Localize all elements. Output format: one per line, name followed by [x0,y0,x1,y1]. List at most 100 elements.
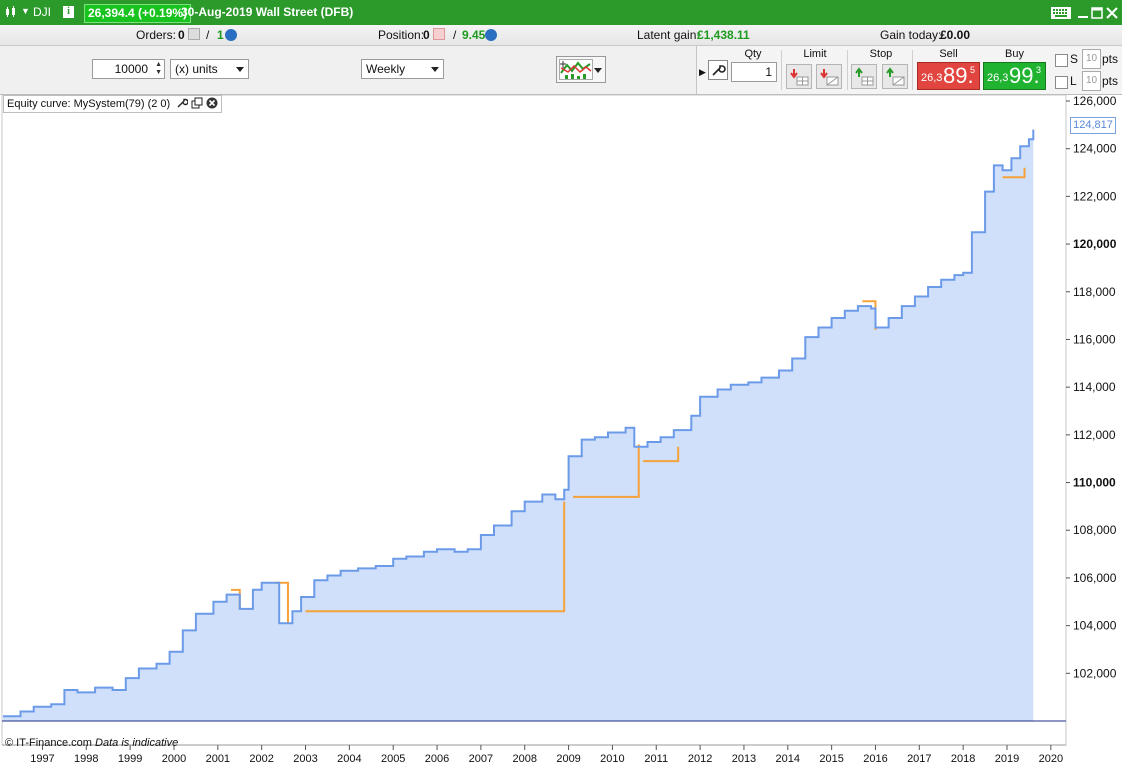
equity-chart[interactable]: 102,000 104,000 106,000 108,000 110,000 112,0… [0,95,1122,772]
y-tick-label: 114,000 [1073,380,1116,394]
quantity-value: 10000 [114,62,148,76]
limit-sell-button[interactable] [786,64,812,89]
limit-checkbox[interactable] [1055,76,1068,89]
x-tick-label: 2020 [1039,753,1063,765]
stop-label: Stop [869,48,893,60]
gear-icon[interactable] [225,25,237,45]
sell-price-prefix: 26,3 [921,72,943,84]
chevron-down-icon[interactable] [594,68,602,73]
sell-price-main: 89. [943,63,974,88]
caret-down-icon[interactable]: ▼ [21,6,30,16]
x-tick-label: 2007 [469,753,493,765]
stop-points-input[interactable]: 10 [1082,49,1101,69]
y-tick-label: 126,000 [1073,95,1117,108]
price-change-badge: 26,394.4 (+0.19%) [84,4,192,23]
limit-buy-button[interactable] [816,64,842,89]
limit-pts-label: pts [1102,74,1119,88]
position-label: Position: [378,28,425,42]
orders-cancel-icon[interactable] [185,25,200,45]
y-tick-label: 118,000 [1073,285,1116,299]
buy-label: Buy [1005,48,1024,60]
units-value: (x) units [175,62,218,76]
x-tick-label: 2006 [425,753,449,765]
chart-legend: Equity curve: MySystem(79) (2 0) [3,95,223,113]
gain-today-value: £0.00 [940,28,971,42]
divider [847,50,848,90]
position-close-icon[interactable] [430,25,445,45]
divider [781,50,782,90]
y-tick-label: 104,000 [1073,619,1117,633]
stop-sell-button[interactable] [851,64,877,89]
orders-pending-count[interactable]: 1 [217,25,224,45]
buy-price-main: 99. [1009,63,1040,88]
quantity-stepper[interactable]: 10000 ▲ ▼ [92,59,165,79]
orders-label: Orders: [136,28,177,42]
x-tick-label: 2004 [337,753,361,765]
x-tick-label: 1999 [118,753,142,765]
expand-arrow-icon[interactable]: ▶ [699,67,706,78]
keyboard-icon[interactable] [1051,7,1071,19]
x-tick-label: 2018 [951,753,975,765]
qty-label: Qty [744,48,762,60]
gear-icon[interactable] [485,25,497,45]
x-tick-label: 2014 [776,753,800,765]
data-indicative-note: Data is indicative [95,737,179,749]
y-tick-label: 116,000 [1073,332,1116,346]
gain-today-label: Gain today: [880,28,942,42]
stop-buy-icon [886,67,905,86]
sell-price-fraction: 5 [970,65,976,75]
deal-qty-input[interactable]: 1 [731,62,777,82]
latent-gain-value: £1,438.11 [697,28,750,42]
wrench-icon[interactable] [176,97,189,109]
limit-sell-icon [790,69,809,86]
close-icon[interactable] [1106,7,1118,19]
x-tick-label: 2001 [206,753,230,765]
stop-sell-icon [855,67,874,86]
maximize-icon[interactable] [1091,7,1103,19]
x-tick-label: 1997 [30,753,54,765]
remove-indicator-icon[interactable] [206,97,218,109]
sell-button[interactable]: 26,3 89. 5 [917,62,980,90]
minimize-icon[interactable] [1077,7,1089,19]
x-tick-label: 2012 [688,753,712,765]
duplicate-icon[interactable] [191,97,203,109]
units-select[interactable]: (x) units [170,59,249,79]
y-tick-label: 102,000 [1073,666,1117,680]
x-tick-label: 2013 [732,753,756,765]
last-value-tag: 124,817 [1070,117,1116,134]
limit-points-input[interactable]: 10 [1082,71,1101,91]
divider [912,50,913,90]
y-tick-label: 120,000 [1073,237,1117,251]
deal-ticket: ▶ Qty 1 Limit Stop Sell 26,3 89. 5 Buy 2… [696,46,1122,94]
orders-count[interactable]: 0 [178,25,185,45]
limit-buy-icon [820,69,839,86]
period-select[interactable]: Weekly [361,59,444,79]
instrument-symbol[interactable]: DJI [33,0,51,25]
wrench-button[interactable] [708,60,728,80]
stop-checkbox-label: S [1070,52,1079,66]
indicators-button[interactable] [556,56,606,83]
buy-price-prefix: 26,3 [987,72,1009,84]
x-tick-label: 2015 [819,753,843,765]
market-name: 30-Aug-2019 Wall Street (DFB) [181,5,354,19]
buy-button[interactable]: 26,3 99. 3 [983,62,1046,90]
position-value[interactable]: 9.45 [462,25,485,45]
position-count[interactable]: 0 [423,25,430,45]
x-tick-label: 2005 [381,753,405,765]
x-tick-label: 2016 [863,753,887,765]
title-bar: ▼ DJI i 26,394.4 (+0.19%) 30-Aug-2019 Wa… [0,0,1122,25]
spinner-arrows-icon[interactable]: ▲ ▼ [155,61,162,77]
x-tick-label: 2008 [512,753,536,765]
x-tick-label: 2011 [644,753,668,765]
indicators-icon [559,59,593,80]
info-icon[interactable]: i [63,6,74,18]
orders-separator: / [206,28,210,42]
copyright-notice: © IT-Finance.com Data is indicative [5,737,178,749]
latent-gain-label: Latent gain: [637,28,700,42]
stop-checkbox[interactable] [1055,54,1068,67]
y-tick-label: 122,000 [1073,189,1117,203]
stop-buy-button[interactable] [882,64,908,89]
x-tick-label: 2000 [162,753,186,765]
buy-price-fraction: 3 [1036,65,1042,75]
candlestick-chart-icon[interactable] [5,6,17,18]
